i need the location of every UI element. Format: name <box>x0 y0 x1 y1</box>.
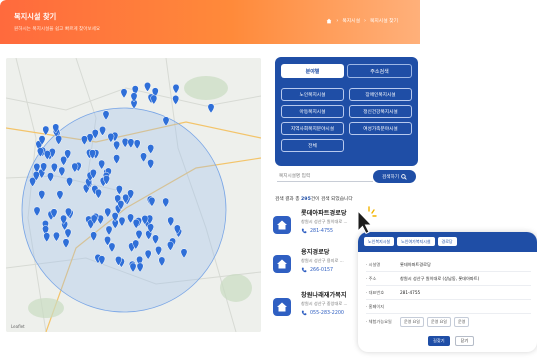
page-header: 복지시설 찾기 원하시는 복지시설을 쉽고 빠르게 찾아보세요 › 복지시설 ›… <box>0 0 420 44</box>
detail-category-chips: 노인복지시설 노인여가복지시설 경로당 <box>364 237 457 246</box>
category-button-mental-health[interactable]: 정신건강복지시설 <box>349 105 412 118</box>
home-icon[interactable] <box>326 18 332 24</box>
directions-button[interactable]: 길찾기 <box>428 336 450 346</box>
result-count: 295 <box>301 197 311 202</box>
facility-house-icon <box>273 298 291 316</box>
category-grid: 노인복지시설 장애인복지시설 아동복지시설 정신건강복지시설 지역사회복지분야시… <box>281 88 412 152</box>
category-button-all[interactable]: 전체 <box>281 139 344 152</box>
facility-name: 창원나래재가복지 <box>301 292 347 299</box>
facility-address: 창원시 성산구 중앙대로 ... <box>301 301 348 306</box>
category-button-disabled[interactable]: 장애인복지시설 <box>349 88 412 101</box>
detail-chip: 경로당 <box>437 237 457 246</box>
breadcrumb-separator-icon: › <box>363 17 366 24</box>
facility-phone-number: 266-0157 <box>310 267 334 273</box>
search-icon <box>401 173 407 180</box>
mouse-cursor-icon <box>357 206 377 235</box>
breadcrumb-item-current: 복지시설 찾기 <box>369 19 398 24</box>
close-button[interactable]: 닫기 <box>454 336 475 346</box>
detail-label: · 시설명 <box>366 262 381 267</box>
facility-name: 용지경로당 <box>301 249 330 256</box>
detail-divider <box>366 299 531 300</box>
detail-value: 롯데아파트경로당 <box>400 262 431 267</box>
detail-label: · 홈페이지 <box>366 304 385 309</box>
breadcrumb-separator-icon: › <box>336 17 339 24</box>
phone-icon <box>301 310 307 316</box>
facility-phone-number: 055-283-2200 <box>310 310 344 316</box>
tab-by-category[interactable]: 분야별 <box>281 64 344 78</box>
detail-day-tags: 운영 요일 운영 요일 운영 <box>400 317 470 327</box>
detail-chip: 노인여가복지시설 <box>397 237 435 246</box>
facility-house-icon <box>273 255 291 273</box>
detail-popup-header: 노인복지시설 노인여가복지시설 경로당 <box>358 232 537 252</box>
detail-divider <box>366 285 531 286</box>
page-subtitle: 원하시는 복지시설을 쉽고 빠르게 찾아보세요 <box>14 27 101 32</box>
detail-label: · 주소 <box>366 276 377 281</box>
map-attribution: Leaflet <box>11 324 25 329</box>
tab-address-search[interactable]: 주소검색 <box>347 64 412 78</box>
search-button[interactable]: 검색하기 <box>373 170 416 183</box>
category-button-women-family[interactable]: 여성가족분야시설 <box>349 122 412 135</box>
facility-phone-number: 281-4755 <box>310 228 334 234</box>
facility-name: 롯데아파트경로당 <box>301 210 347 217</box>
detail-divider <box>366 271 531 272</box>
facility-detail-popup: 노인복지시설 노인여가복지시설 경로당 · 시설명 롯데아파트경로당 · 주소 … <box>358 232 537 352</box>
search-tabs: 분야별 주소검색 <box>281 64 412 78</box>
detail-value: 281-4755 <box>400 290 421 295</box>
detail-label: · 대표번호 <box>366 290 385 295</box>
map-canvas[interactable]: Leaflet <box>6 58 261 332</box>
category-button-children[interactable]: 아동복지시설 <box>281 105 344 118</box>
app-window: 복지시설 찾기 원하시는 복지시설을 쉽고 빠르게 찾아보세요 › 복지시설 ›… <box>0 0 537 361</box>
facility-phone: 055-283-2200 <box>301 310 344 316</box>
result-summary: 검색 결과 총 295건이 검색 되었습니다 <box>275 196 353 202</box>
facility-address: 창원시 성산구 용지로 ... <box>301 258 344 263</box>
day-tag: 운영 요일 <box>400 317 424 327</box>
day-tag: 운영 요일 <box>427 317 451 327</box>
search-panel: 분야별 주소검색 노인복지시설 장애인복지시설 아동복지시설 정신건강복지시설 … <box>275 57 418 166</box>
detail-chip: 노인복지시설 <box>364 237 395 246</box>
detail-actions: 길찾기 닫기 <box>428 336 475 346</box>
breadcrumb-item[interactable]: 복지시설 <box>342 17 360 24</box>
category-button-community[interactable]: 지역사회복지분야시설 <box>281 122 344 135</box>
facility-search-input[interactable] <box>277 172 373 182</box>
category-button-elderly[interactable]: 노인복지시설 <box>281 88 344 101</box>
page-title: 복지시설 찾기 <box>14 12 57 21</box>
facility-map[interactable]: Leaflet <box>6 58 261 332</box>
result-summary-prefix: 검색 결과 총 <box>275 197 302 202</box>
detail-label: · 체험가능요일 <box>366 319 392 324</box>
day-tag: 운영 <box>454 317 470 327</box>
facility-address: 창원시 성산구 원이대로 ... <box>301 219 348 224</box>
detail-divider <box>366 313 531 314</box>
result-summary-suffix: 건이 검색 되었습니다 <box>310 197 353 202</box>
phone-icon <box>301 267 307 273</box>
search-row: 검색하기 <box>277 170 418 184</box>
facility-phone: 266-0157 <box>301 267 333 273</box>
breadcrumb: › 복지시설 › 복지시설 찾기 <box>326 17 398 24</box>
facility-phone: 281-4755 <box>301 228 333 234</box>
search-button-label: 검색하기 <box>382 174 399 180</box>
detail-value: 창원시 성산구 원이대로 (상남동, 롯데아파트) <box>400 276 480 281</box>
phone-icon <box>301 228 307 234</box>
facility-house-icon <box>273 216 291 234</box>
